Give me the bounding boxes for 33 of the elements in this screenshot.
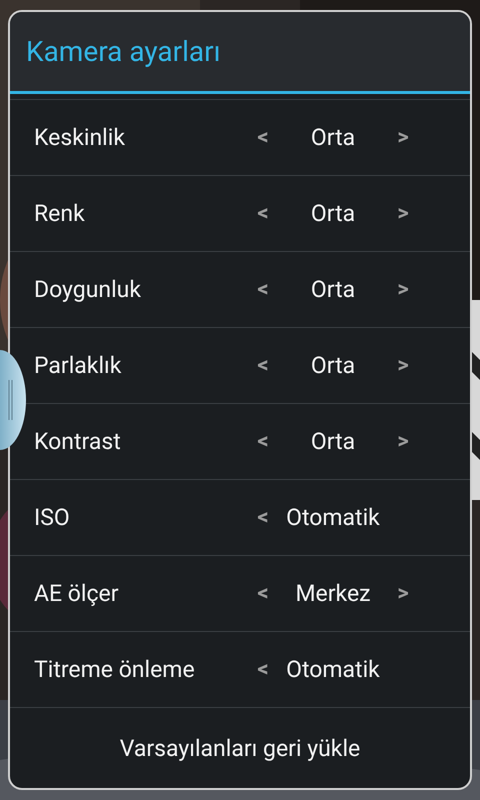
setting-label: Titreme önleme [34,656,196,684]
previous-button[interactable]: < [257,581,269,606]
previous-button[interactable]: < [257,353,269,378]
setting-label: ISO [34,504,71,532]
previous-button[interactable]: < [257,657,269,682]
previous-button[interactable]: < [257,277,269,302]
setting-value: Orta [310,200,356,227]
setting-label: Doygunluk [34,276,142,304]
next-button[interactable]: > [397,277,409,302]
setting-value: Orta [310,124,356,151]
setting-value: Merkez [295,580,371,607]
setting-label: Kontrast [34,428,122,456]
setting-label: Renk [34,200,86,228]
setting-value: Orta [310,276,356,303]
previous-button[interactable]: < [257,505,269,530]
setting-label: Keskinlik [34,124,126,152]
previous-button[interactable]: < [257,125,269,150]
next-button[interactable]: > [397,429,409,454]
setting-value: Orta [310,352,356,379]
next-button[interactable]: > [397,353,409,378]
previous-button[interactable]: < [257,201,269,226]
setting-value: Otomatik [286,504,380,531]
setting-value: Otomatik [286,656,380,683]
reset-defaults-button[interactable]: Varsayılanları geri yükle [70,708,410,788]
next-button[interactable]: > [397,581,409,606]
setting-label: Parlaklık [34,352,122,380]
drawer-handle-icon[interactable] [0,350,26,450]
setting-label: AE ölçer [34,580,120,608]
next-button[interactable]: > [397,125,409,150]
next-button[interactable]: > [397,201,409,226]
dialog-title: Kamera ayarları [26,35,221,68]
previous-button[interactable]: < [257,429,269,454]
setting-value: Orta [310,428,356,455]
